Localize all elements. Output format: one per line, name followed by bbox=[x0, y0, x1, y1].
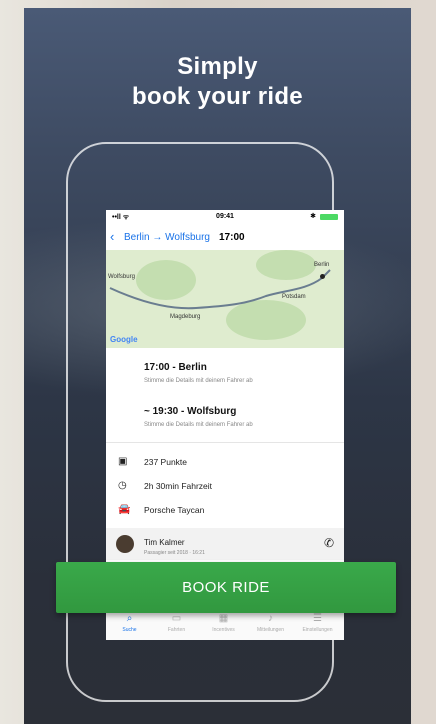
battery-icon bbox=[320, 214, 338, 220]
headline-line-2: book your ride bbox=[132, 83, 303, 110]
map-label-potsdam: Potsdam bbox=[282, 294, 306, 300]
nav-bar: ‹ Berlin → Wolfsburg 17:00 bbox=[106, 224, 344, 250]
tab-label: Fahrten bbox=[167, 627, 186, 633]
route-link[interactable]: Berlin → Wolfsburg bbox=[124, 232, 210, 243]
gift-icon: ▦ bbox=[218, 613, 229, 624]
route-line bbox=[109, 269, 331, 310]
departure-time: 17:00 bbox=[219, 232, 245, 243]
map-label-wolfsburg: Wolfsburg bbox=[108, 274, 135, 280]
points-icon: ▣ bbox=[118, 456, 128, 467]
route-map[interactable]: Wolfsburg Magdeburg Berlin Potsdam Googl… bbox=[106, 250, 344, 348]
car-icon: ▭ bbox=[171, 613, 182, 624]
map-label-berlin: Berlin bbox=[314, 262, 330, 268]
headline-line-1: Simply bbox=[177, 53, 258, 80]
phone-icon[interactable]: ✆ bbox=[324, 536, 334, 550]
settings-icon: ☰ bbox=[313, 613, 322, 624]
status-bar: ••ll ᯤ 09:41 ✱ bbox=[106, 210, 344, 224]
tab-notifications[interactable]: ♪ Mitteilungen bbox=[247, 613, 294, 633]
driver-row[interactable]: Tim Kalmer Passagier seit 2018 · 16:21 ✆ bbox=[106, 528, 344, 560]
berlin-pin-icon bbox=[320, 274, 325, 279]
info-car-text: Porsche Taycan bbox=[144, 505, 205, 515]
tab-label: Suche bbox=[122, 627, 137, 633]
driver-name: Tim Kalmer bbox=[144, 538, 185, 547]
tab-label: Mitteilungen bbox=[257, 627, 284, 633]
stop-1-subtitle: Stimme die Details mit deinem Fahrer ab bbox=[144, 378, 253, 384]
map-label-magdeburg: Magdeburg bbox=[170, 314, 201, 320]
tab-rides[interactable]: ▭ Fahrten bbox=[153, 613, 200, 633]
info-duration-text: 2h 30min Fahrzeit bbox=[144, 481, 213, 491]
bell-icon: ♪ bbox=[268, 613, 273, 624]
tab-label: Einstellungen bbox=[302, 627, 333, 633]
tab-label: Incentives bbox=[212, 627, 235, 633]
stop-2-subtitle: Stimme die Details mit deinem Fahrer ab bbox=[144, 422, 253, 428]
info-row-duration: ◷ 2h 30min Fahrzeit bbox=[106, 478, 344, 496]
stop-2-title: ~ 19:30 - Wolfsburg bbox=[144, 406, 237, 417]
info-points-text: 237 Punkte bbox=[144, 457, 188, 467]
avatar bbox=[116, 535, 134, 553]
driver-subtitle: Passagier seit 2018 · 16:21 bbox=[144, 550, 205, 556]
clock-icon: ◷ bbox=[118, 480, 127, 491]
info-row-points: ▣ 237 Punkte bbox=[106, 454, 344, 472]
stop-1-title: 17:00 - Berlin bbox=[144, 362, 207, 373]
status-time: 09:41 bbox=[216, 213, 234, 220]
google-logo: Google bbox=[110, 335, 138, 344]
info-row-car: 🚘 Porsche Taycan bbox=[106, 502, 344, 520]
car-icon: 🚘 bbox=[118, 504, 131, 515]
tab-search[interactable]: ⌕ Suche bbox=[106, 613, 153, 633]
search-icon: ⌕ bbox=[126, 613, 133, 624]
book-ride-button[interactable]: BOOK RIDE bbox=[56, 562, 396, 613]
tab-settings[interactable]: ☰ Einstellungen bbox=[294, 613, 341, 633]
divider bbox=[106, 442, 344, 443]
bluetooth-icon: ✱ bbox=[310, 213, 316, 220]
chevron-left-icon[interactable]: ‹ bbox=[110, 229, 114, 244]
tab-incentives[interactable]: ▦ Incentives bbox=[200, 613, 247, 633]
